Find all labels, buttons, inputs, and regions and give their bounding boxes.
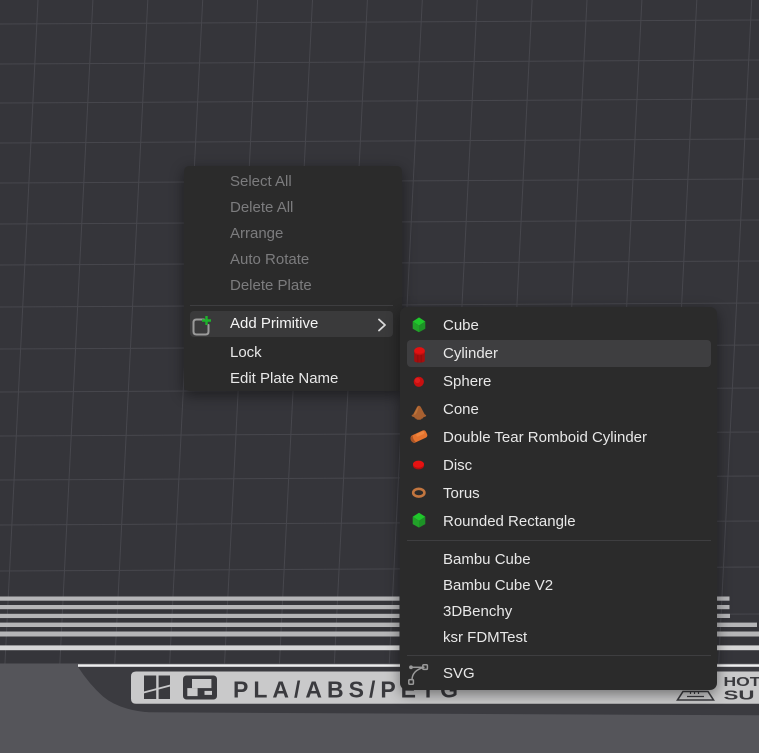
svg-text:SU: SU	[724, 689, 755, 703]
svg-text:HOT: HOT	[724, 675, 759, 689]
